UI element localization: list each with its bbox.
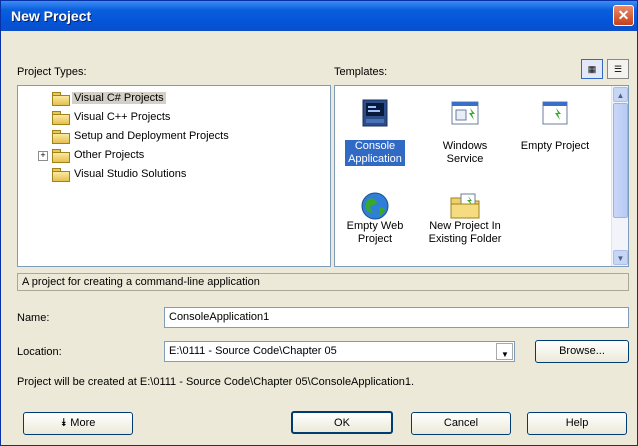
template-label: Windows Service <box>442 140 488 165</box>
double-chevron-down-icon: ⯯ <box>60 417 68 429</box>
title-bar[interactable]: New Project ✕ <box>1 1 637 31</box>
template-label: New Project In Existing Folder <box>428 220 502 245</box>
help-button[interactable]: Help <box>527 412 627 435</box>
template-description: A project for creating a command-line ap… <box>17 273 629 291</box>
large-icons-view-button[interactable]: ▦ <box>581 59 603 79</box>
tree-item-label: Visual C# Projects <box>72 92 166 104</box>
ok-button-label: OK <box>334 417 350 429</box>
chevron-down-icon: ▼ <box>501 350 509 359</box>
windows-service-icon <box>451 101 479 125</box>
project-path-info: Project will be created at E:\0111 - Sou… <box>17 376 415 388</box>
existing-folder-icon <box>450 193 480 219</box>
tree-item-label: Visual Studio Solutions <box>74 168 187 180</box>
template-existing-folder[interactable]: New Project In Existing Folder <box>425 186 505 266</box>
empty-project-icon <box>542 101 568 125</box>
template-empty-project[interactable]: Empty Project <box>515 92 595 182</box>
templates-scrollbar[interactable]: ▲ ▼ <box>611 86 628 266</box>
tree-item-label: Setup and Deployment Projects <box>74 130 229 142</box>
cancel-button[interactable]: Cancel <box>411 412 511 435</box>
more-button[interactable]: ⯯ More <box>23 412 133 435</box>
templates-label: Templates: <box>334 66 388 78</box>
more-button-label: More <box>70 417 96 429</box>
description-text: A project for creating a command-line ap… <box>22 276 260 288</box>
folder-icon <box>52 149 70 163</box>
folder-open-icon <box>52 92 70 106</box>
large-icons-icon: ▦ <box>587 64 597 74</box>
template-label: Empty Web Project <box>346 220 404 245</box>
template-label: Console Application <box>345 140 405 166</box>
cancel-button-label: Cancel <box>443 417 479 429</box>
browse-button-label: Browse... <box>559 345 605 357</box>
location-combobox[interactable]: E:\0111 - Source Code\Chapter 05 ▼ <box>164 341 515 362</box>
chevron-up-icon: ▲ <box>616 91 625 100</box>
chevron-down-icon: ▼ <box>616 254 625 263</box>
project-types-label: Project Types: <box>17 66 87 78</box>
console-app-icon <box>362 99 388 127</box>
ok-button[interactable]: OK <box>291 411 393 434</box>
expand-icon[interactable]: + <box>38 151 48 161</box>
new-project-dialog: New Project ✕ Project Types: Visual C# P… <box>0 0 638 446</box>
folder-icon <box>52 130 70 144</box>
empty-web-project-icon <box>361 192 389 220</box>
browse-button[interactable]: Browse... <box>535 340 629 363</box>
location-value: E:\0111 - Source Code\Chapter 05 <box>169 345 337 357</box>
list-view-button[interactable]: ☰ <box>607 59 629 79</box>
folder-icon <box>52 168 70 182</box>
tree-item-label: Other Projects <box>74 149 145 161</box>
close-icon: ✕ <box>617 7 630 23</box>
template-label: Empty Project <box>520 140 590 152</box>
template-console-application[interactable]: Console Application <box>335 92 415 182</box>
name-input-value: ConsoleApplication1 <box>169 311 270 323</box>
tree-item-label: Visual C++ Projects <box>74 111 171 123</box>
scroll-up-button[interactable]: ▲ <box>613 87 628 102</box>
close-button[interactable]: ✕ <box>613 5 634 26</box>
project-types-tree[interactable]: Visual C# Projects Visual C++ Projects S… <box>17 85 331 267</box>
folder-icon <box>52 111 70 125</box>
name-label: Name: <box>17 312 50 324</box>
templates-list[interactable]: Console Application Windows Service Empt… <box>334 85 629 267</box>
scroll-thumb[interactable] <box>613 103 628 218</box>
location-dropdown-button[interactable]: ▼ <box>496 343 513 360</box>
scroll-down-button[interactable]: ▼ <box>613 250 628 265</box>
template-windows-service[interactable]: Windows Service <box>425 92 505 182</box>
dialog-title: New Project <box>11 8 92 24</box>
name-input[interactable]: ConsoleApplication1 <box>164 307 629 328</box>
list-view-icon: ☰ <box>613 64 623 74</box>
template-empty-web-project[interactable]: Empty Web Project <box>335 186 415 266</box>
help-button-label: Help <box>565 417 589 429</box>
location-label: Location: <box>17 346 62 358</box>
